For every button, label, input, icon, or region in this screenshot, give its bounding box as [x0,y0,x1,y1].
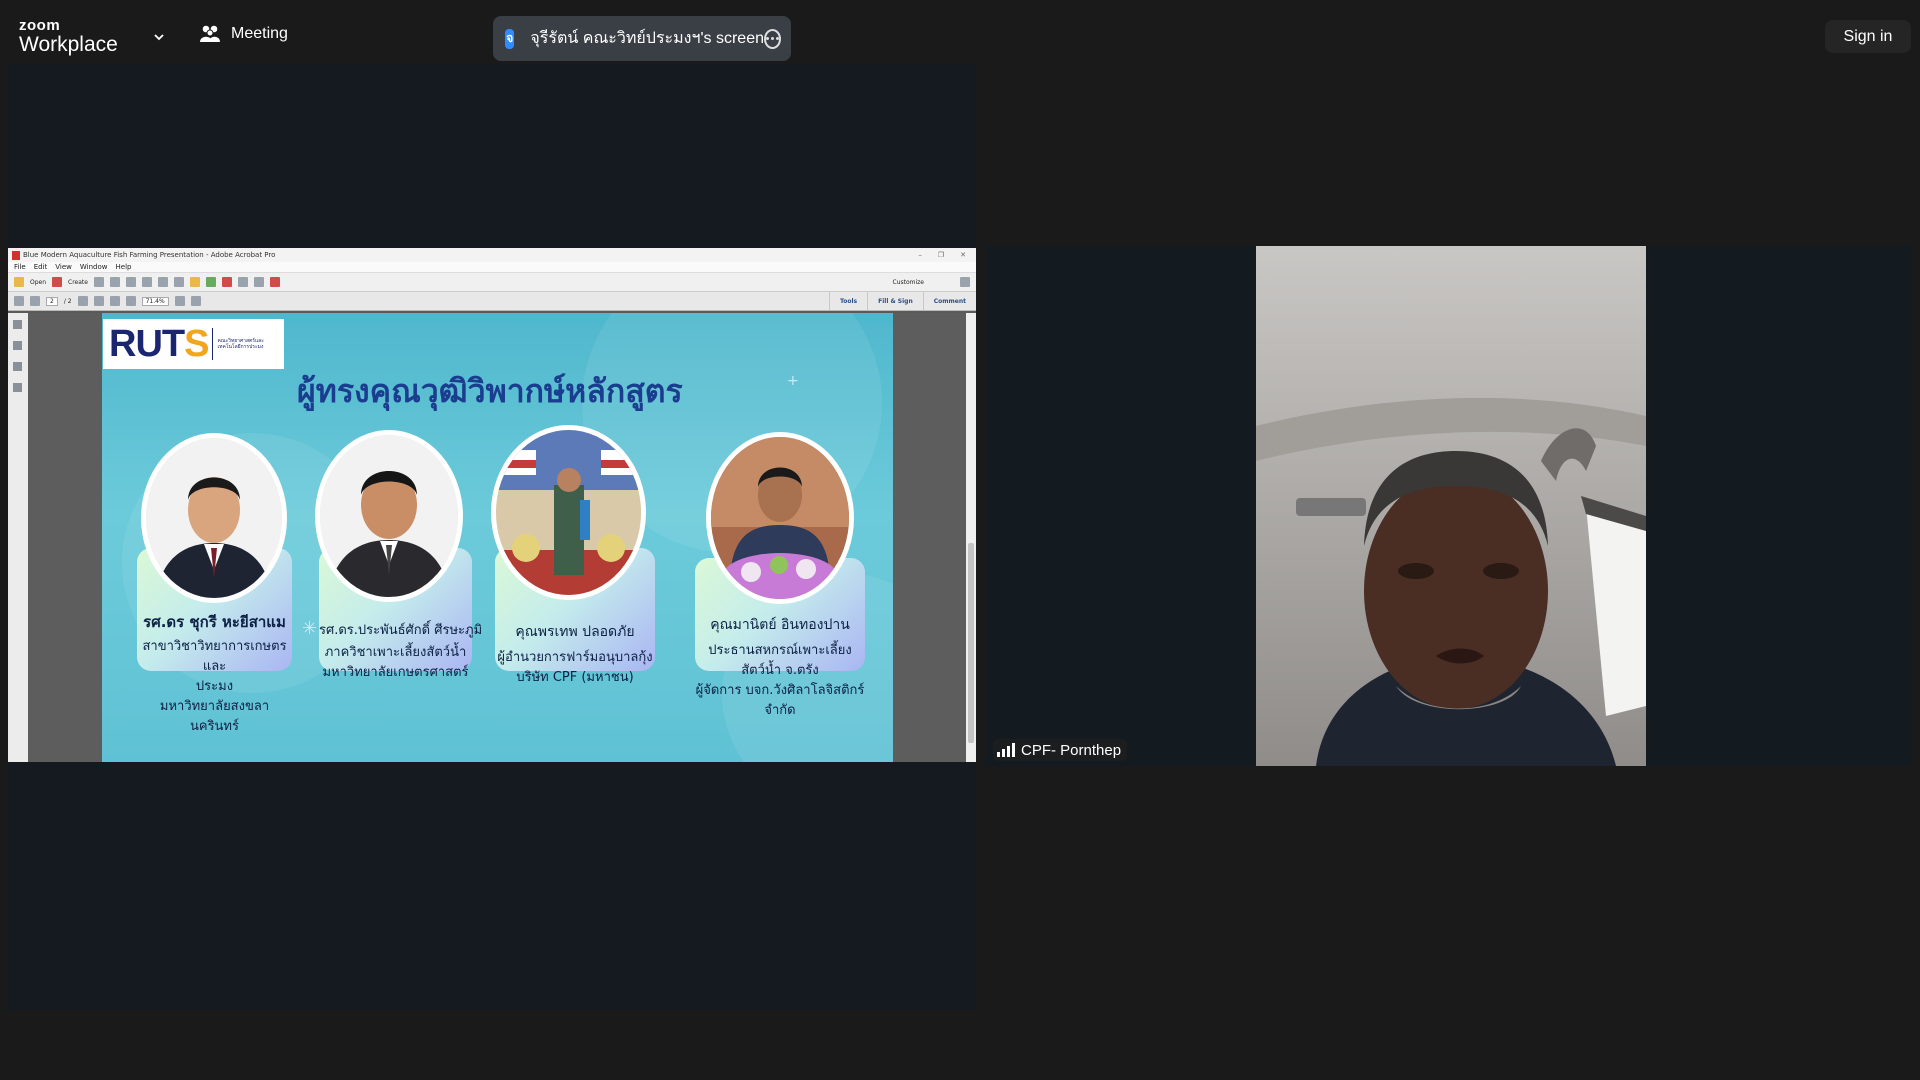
pdf-icon [12,250,20,260]
signatures-icon[interactable] [13,362,22,371]
expert-name-3: คุณพรเทพ ปลอดภัย [515,624,635,640]
menu-file[interactable]: File [14,263,26,271]
page-total: / 2 [63,297,72,305]
restore-icon[interactable]: ❐ [938,251,944,259]
protect-icon[interactable] [269,277,280,287]
expert-desc-1: สาขาวิชาวิทยาการเกษตรและ ประมง มหาวิทยาล… [142,639,287,734]
ruts-logo: RUTS คณะวิทยาศาสตร์และเทคโนโลยีการประมง [103,319,284,369]
acrobat-window-title: Blue Modern Aquaculture Fish Farming Pre… [23,251,276,259]
settings-icon[interactable] [173,277,184,287]
combine-icon[interactable] [253,277,264,287]
bookmarks-icon[interactable] [13,341,22,350]
next-page-icon[interactable] [30,296,40,306]
menu-window[interactable]: Window [80,263,108,271]
participants-icon [200,25,220,42]
more-options-icon[interactable] [764,28,781,49]
attachments-icon[interactable] [13,383,22,392]
sign-in-button[interactable]: Sign in [1825,20,1911,53]
prev-page-icon[interactable] [14,296,24,306]
sharer-avatar-badge: จ [505,28,515,49]
zoom-workplace-logo: zoom Workplace [19,18,118,55]
expert-desc-4: ประธานสหกรณ์เพาะเลี้ยง สัตว์น้ำ จ.ตรัง ผ… [695,643,865,718]
create-pdf-icon[interactable] [52,277,63,287]
expert-photo-4 [706,432,854,604]
expert-name-1: รศ.ดร ชุกรี หะยีสาแม [143,613,286,631]
participant-name: CPF- Pornthep [1021,741,1122,759]
navigation-pane [8,313,28,762]
document-viewport: RUTS คณะวิทยาศาสตร์และเทคโนโลยีการประมง … [8,313,976,762]
close-icon[interactable]: ✕ [960,251,966,259]
open-button[interactable]: Open [30,279,46,286]
ruts-logo-text: RUTS [109,322,209,365]
acrobat-nav-toolbar: 2 / 2 71.4% Tools Fill & Sign Comment [8,292,976,311]
zoom-in-icon[interactable] [125,296,136,306]
participant-video-feed [1256,246,1646,766]
menu-edit[interactable]: Edit [34,263,48,271]
hand-tool-icon[interactable] [93,296,104,306]
meeting-menu-button[interactable]: Meeting [199,24,288,44]
document-scrollbar[interactable] [966,313,976,762]
fit-page-icon[interactable] [190,296,201,306]
print-icon[interactable] [125,277,136,287]
page-number-input[interactable]: 2 [46,296,58,306]
signal-strength-icon [997,743,1015,757]
menu-help[interactable]: Help [116,263,132,271]
upload-icon[interactable] [109,277,120,287]
stamp-icon[interactable] [205,277,216,287]
meeting-label: Meeting [231,25,288,42]
expert-photo-1 [141,433,287,603]
acrobat-window: Blue Modern Aquaculture Fish Farming Pre… [8,248,976,762]
export-icon[interactable] [237,277,248,287]
expert-photo-3 [491,425,646,600]
expert-desc-3: ผู้อำนวยการฟาร์มอนุบาลกุ้ง บริษัท CPF (ม… [497,650,653,685]
ruts-logo-subtitle: คณะวิทยาศาสตร์และเทคโนโลยีการประมง [217,338,264,350]
comment-icon[interactable] [189,277,200,287]
screen-share-indicator[interactable]: จ จุรีรัตน์ คณะวิทย์ประมงฯ's screen [493,16,791,61]
select-tool-icon[interactable] [77,296,88,306]
expand-icon[interactable] [960,277,970,287]
logo-big-text: Workplace [19,33,118,56]
comment-pane-button[interactable]: Comment [922,292,976,310]
acrobat-title-bar: Blue Modern Aquaculture Fish Farming Pre… [8,248,976,262]
open-folder-icon[interactable] [14,277,24,287]
expert-photo-2 [315,430,463,602]
expert-name-4: คุณมานิตย์ อินทองปาน [710,617,850,633]
tool-panes: Tools Fill & Sign Comment [828,292,976,310]
screen-share-label: จุรีรัตน์ คณะวิทย์ประมงฯ's screen [530,30,764,47]
page-thumbnails-icon[interactable] [13,320,22,329]
customize-button[interactable]: Customize [893,279,925,286]
acrobat-toolbar: Open Create Customize [8,273,976,292]
fill-sign-pane-button[interactable]: Fill & Sign [867,292,923,310]
mail-icon[interactable] [157,277,168,287]
window-controls: – ❐ ✕ [918,251,976,259]
expert-name-2: รศ.ดร.ประพันธ์ศักดิ์ ศีรษะภูมิ [319,623,483,638]
expert-desc-2: ภาควิชาเพาะเลี้ยงสัตว์น้ำ มหาวิทยาลัยเกษ… [322,645,469,680]
slide-title: ผู้ทรงคุณวุฒิวิพากษ์หลักสูตร [297,372,683,410]
zoom-out-icon[interactable] [109,296,120,306]
menu-view[interactable]: View [55,263,72,271]
logo-small-text: zoom [19,17,61,34]
participant-name-label: CPF- Pornthep [993,739,1128,761]
tools-pane-button[interactable]: Tools [828,292,867,310]
acrobat-menu-bar: File Edit View Window Help [8,262,976,273]
sparkle-icon: + [787,373,799,389]
top-bar: zoom Workplace Meeting จ จุรีรัตน์ คณะวิ… [0,0,1920,64]
fit-width-icon[interactable] [174,296,185,306]
redact-icon[interactable] [221,277,232,287]
chevron-down-icon[interactable] [152,30,166,44]
presentation-slide: RUTS คณะวิทยาศาสตร์และเทคโนโลยีการประมง … [102,313,893,762]
sparkle-icon: ✳ [302,618,318,639]
create-button[interactable]: Create [68,279,88,286]
minimize-icon[interactable]: – [918,251,922,259]
save-icon[interactable] [93,277,104,287]
edit-icon[interactable] [141,277,152,287]
zoom-level-input[interactable]: 71.4% [141,296,169,306]
